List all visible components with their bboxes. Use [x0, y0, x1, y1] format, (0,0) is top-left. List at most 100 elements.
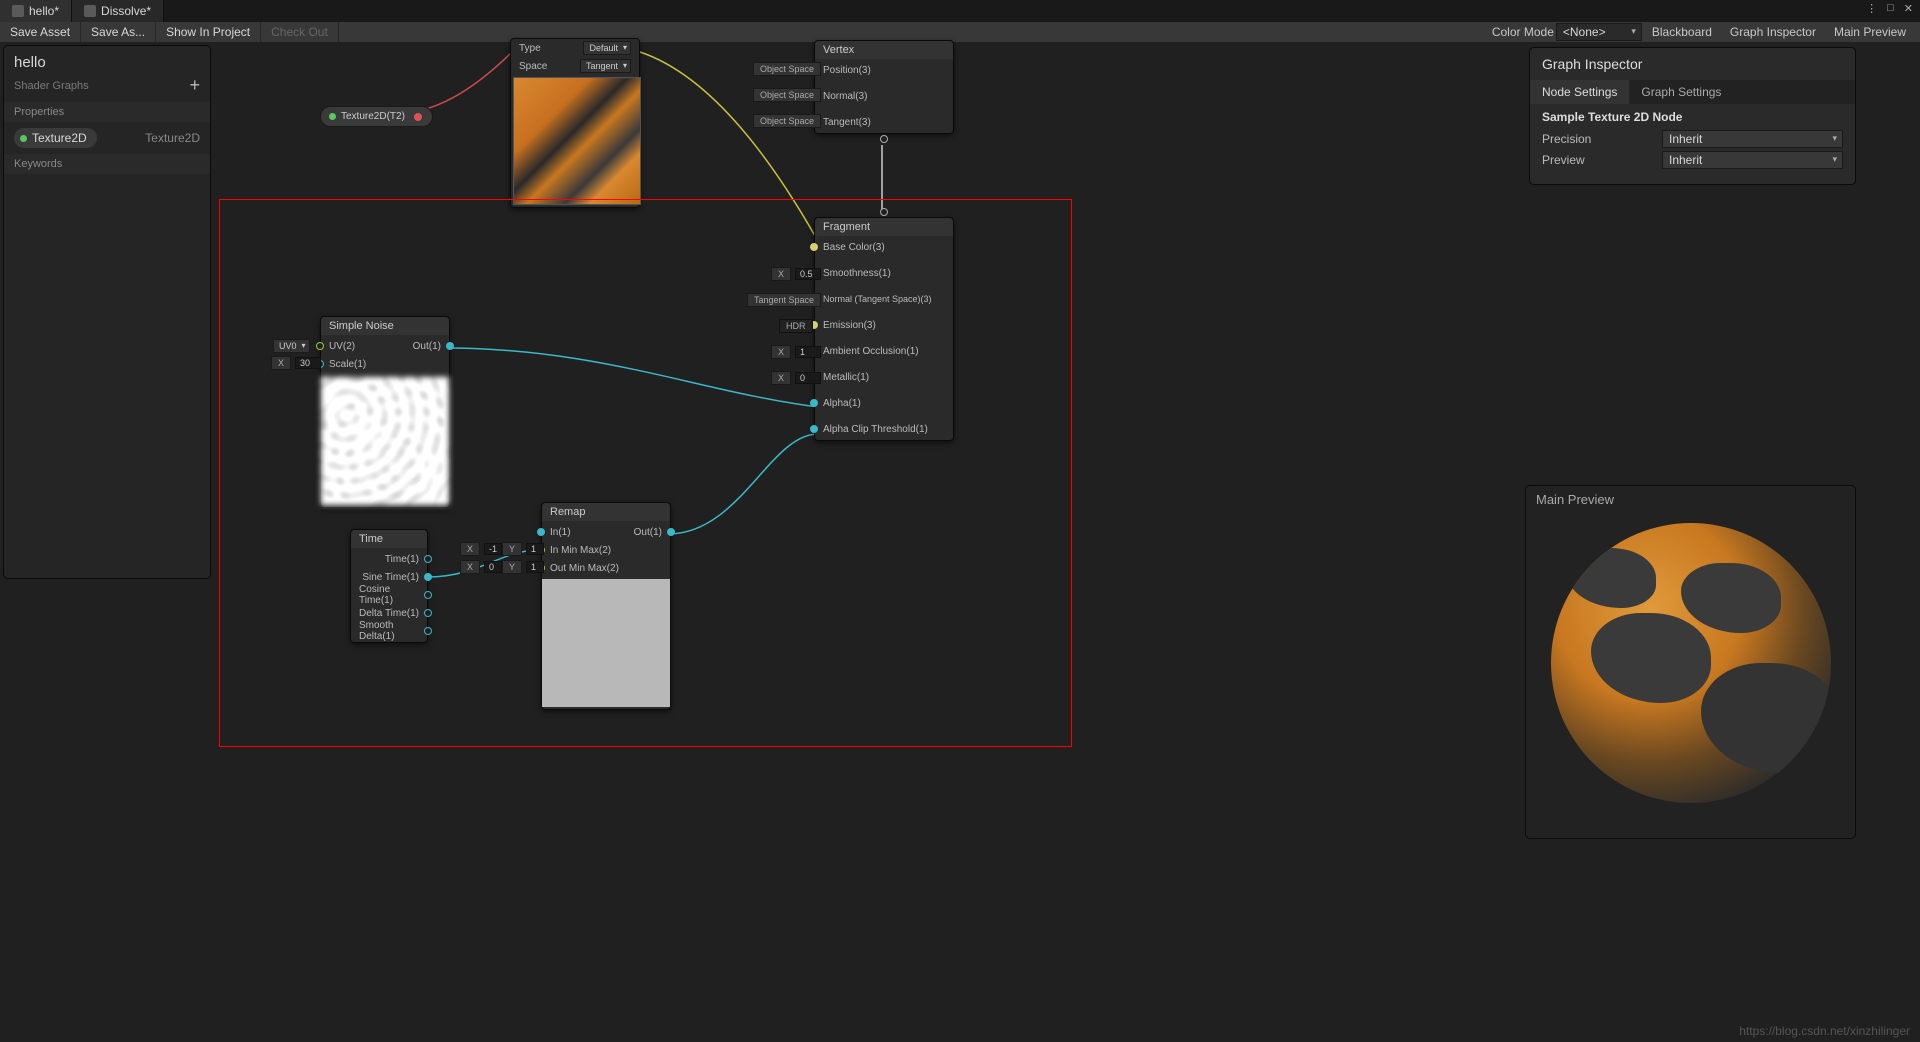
value-field[interactable]: 0 — [484, 561, 502, 573]
output-port[interactable] — [424, 555, 432, 563]
show-in-project-button[interactable]: Show In Project — [156, 22, 261, 42]
watermark: https://blog.csdn.net/xinzhilinger — [1739, 1024, 1910, 1038]
value-field[interactable]: 1 — [795, 346, 821, 358]
tab-bar: hello* Dissolve* ⋮ □ ✕ — [0, 0, 1920, 22]
port-label: Smoothness(1) — [823, 268, 891, 279]
port-label: Position(3) — [823, 65, 871, 76]
toolbar: Save Asset Save As... Show In Project Ch… — [0, 22, 1920, 42]
port-label: Base Color(3) — [823, 242, 885, 253]
value-field[interactable]: 30 — [295, 357, 321, 369]
property-node-texture2d[interactable]: Texture2D(T2) — [320, 106, 433, 127]
field-label: Y — [502, 542, 522, 556]
menu-icon[interactable]: ⋮ — [1863, 2, 1880, 15]
space-dropdown[interactable]: Tangent — [580, 59, 631, 73]
node-header: Remap — [542, 503, 670, 521]
value-field[interactable]: 0.5 — [795, 268, 821, 280]
tab-dissolve[interactable]: Dissolve* — [72, 0, 164, 22]
sample-texture-node[interactable]: TypeDefault SpaceTangent — [510, 38, 640, 208]
value-field[interactable]: -1 — [484, 543, 502, 555]
remap-node[interactable]: Remap In(1)Out(1) In Min Max(2) X-1Y1 Ou… — [541, 502, 671, 710]
keywords-section: Keywords — [4, 154, 210, 174]
blackboard-title: hello — [4, 46, 210, 73]
output-port[interactable] — [414, 113, 422, 121]
texture-preview — [513, 77, 641, 205]
flow-port[interactable] — [880, 208, 888, 216]
fragment-master-node[interactable]: Fragment Base Color(3) Smoothness(1) X0.… — [814, 217, 954, 441]
port-label: Out Min Max(2) — [550, 563, 619, 574]
tab-node-settings[interactable]: Node Settings — [1530, 80, 1629, 104]
input-port[interactable] — [810, 425, 818, 433]
main-preview-toggle[interactable]: Main Preview — [1826, 23, 1914, 41]
close-icon[interactable]: ✕ — [1901, 2, 1916, 15]
precision-dropdown[interactable]: Inherit — [1662, 130, 1843, 148]
port-label: Metallic(1) — [823, 372, 869, 383]
field-label: X — [771, 345, 791, 359]
pill-label: Texture2D — [32, 131, 87, 145]
graph-canvas[interactable]: hello Shader Graphs+ Properties Texture2… — [0, 42, 1920, 1042]
field-label: X — [771, 267, 791, 281]
vertex-master-node[interactable]: Vertex Position(3) Object Space Normal(3… — [814, 40, 954, 134]
blackboard-toggle[interactable]: Blackboard — [1644, 23, 1720, 41]
port-label: Alpha(1) — [823, 398, 861, 409]
blackboard-panel[interactable]: hello Shader Graphs+ Properties Texture2… — [3, 45, 211, 579]
input-port[interactable] — [810, 243, 818, 251]
output-port[interactable] — [424, 573, 432, 581]
output-port[interactable] — [446, 342, 454, 350]
tab-graph-settings[interactable]: Graph Settings — [1629, 80, 1733, 104]
port-label: UV(2) — [329, 341, 355, 352]
property-pill-texture2d[interactable]: Texture2D — [14, 128, 97, 148]
type-label: Type — [519, 43, 541, 54]
port-label: Normal(3) — [823, 91, 867, 102]
tab-label: hello* — [29, 4, 59, 18]
port-label: Ambient Occlusion(1) — [823, 346, 919, 357]
value-field[interactable]: 1 — [526, 561, 544, 573]
type-dropdown[interactable]: Default — [583, 41, 631, 55]
remap-preview — [542, 579, 670, 707]
input-port[interactable] — [810, 399, 818, 407]
graph-inspector-panel[interactable]: Graph Inspector Node Settings Graph Sett… — [1529, 47, 1856, 185]
port-label: Delta Time(1) — [359, 608, 419, 619]
output-port[interactable] — [424, 591, 432, 599]
port-label: Time(1) — [385, 554, 419, 565]
field-label: X — [460, 542, 480, 556]
port-label: Tangent(3) — [823, 117, 871, 128]
port-label: In Min Max(2) — [550, 545, 611, 556]
uv-dropdown[interactable]: UV0 — [273, 339, 310, 353]
field-label: Y — [502, 560, 522, 574]
output-port[interactable] — [424, 609, 432, 617]
hdr-tag: HDR — [779, 319, 813, 333]
preview-sphere[interactable] — [1551, 523, 1831, 803]
output-port[interactable] — [667, 528, 675, 536]
maximize-icon[interactable]: □ — [1884, 2, 1897, 15]
port-label: Emission(3) — [823, 320, 876, 331]
save-as-button[interactable]: Save As... — [81, 22, 156, 42]
color-mode-dropdown[interactable]: <None> — [1556, 23, 1642, 41]
field-label: X — [460, 560, 480, 574]
node-header: Time — [351, 530, 427, 548]
value-field[interactable]: 1 — [526, 543, 544, 555]
port-label: Cosine Time(1) — [359, 584, 419, 606]
check-out-button: Check Out — [261, 22, 339, 42]
color-mode-label: Color Mode — [1492, 25, 1554, 39]
tab-hello[interactable]: hello* — [0, 0, 72, 22]
port-label: Alpha Clip Threshold(1) — [823, 424, 928, 435]
simple-noise-node[interactable]: Simple Noise UV(2)Out(1) UV0 Scale(1) X3… — [320, 316, 450, 508]
node-header: Simple Noise — [321, 317, 449, 335]
main-preview-title: Main Preview — [1526, 486, 1855, 513]
preview-dropdown[interactable]: Inherit — [1662, 151, 1843, 169]
input-port[interactable] — [316, 342, 324, 350]
property-type: Texture2D — [145, 131, 200, 145]
graph-inspector-toggle[interactable]: Graph Inspector — [1722, 23, 1824, 41]
value-field[interactable]: 0 — [795, 372, 821, 384]
time-node[interactable]: Time Time(1) Sine Time(1) Cosine Time(1)… — [350, 529, 428, 643]
shader-icon — [84, 5, 96, 17]
flow-port[interactable] — [880, 135, 888, 143]
input-port[interactable] — [537, 528, 545, 536]
main-preview-panel[interactable]: Main Preview — [1525, 485, 1856, 839]
port-label: Out(1) — [634, 527, 662, 538]
save-asset-button[interactable]: Save Asset — [0, 22, 81, 42]
precision-label: Precision — [1542, 132, 1662, 146]
add-property-button[interactable]: + — [189, 75, 200, 96]
output-port[interactable] — [424, 627, 432, 635]
noise-preview — [321, 377, 449, 505]
